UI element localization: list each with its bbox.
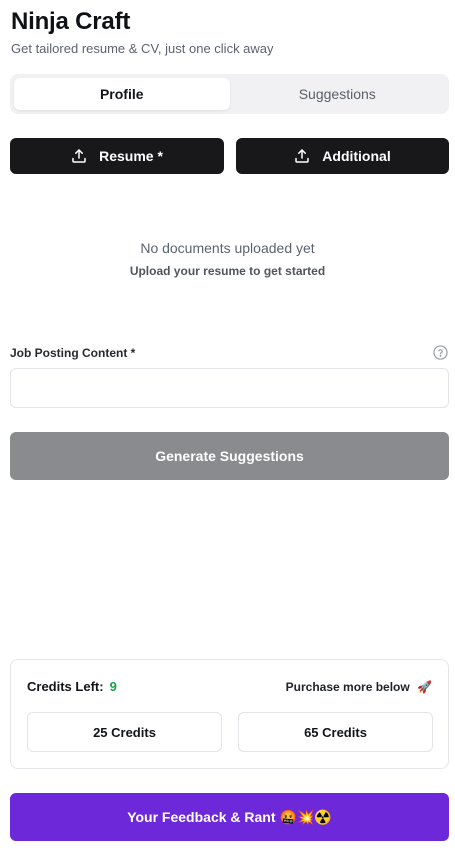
purchase-more-label: Purchase more below: [285, 680, 410, 694]
buy-65-credits-button[interactable]: 65 Credits: [238, 712, 433, 752]
rocket-icon: 🚀: [417, 680, 432, 694]
tab-bar: Profile Suggestions: [10, 74, 449, 114]
purchase-more-text: Purchase more below 🚀: [286, 680, 432, 694]
credits-left-label: Credits Left:: [27, 679, 104, 694]
credits-card: Credits Left: 9 Purchase more below 🚀 25 …: [10, 659, 449, 769]
job-posting-input[interactable]: [10, 368, 449, 408]
credits-count: 9: [109, 679, 117, 694]
feedback-label: Your Feedback & Rant: [127, 809, 276, 825]
question-circle-icon[interactable]: [433, 345, 448, 360]
generate-suggestions-button[interactable]: Generate Suggestions: [10, 432, 449, 480]
tab-suggestions[interactable]: Suggestions: [230, 78, 446, 110]
upload-additional-button[interactable]: Additional: [236, 138, 449, 174]
credits-left: Credits Left: 9: [27, 679, 117, 694]
empty-state-title: No documents uploaded yet: [140, 240, 315, 256]
tab-profile[interactable]: Profile: [14, 78, 230, 110]
feedback-emoji-icons: 🤬💥☢️: [279, 808, 332, 825]
buy-25-credits-button[interactable]: 25 Credits: [27, 712, 222, 752]
app-subtitle: Get tailored resume & CV, just one click…: [11, 41, 274, 56]
app-title: Ninja Craft: [11, 8, 131, 35]
feedback-button[interactable]: Your Feedback & Rant 🤬💥☢️: [10, 793, 449, 841]
empty-state-subtitle: Upload your resume to get started: [129, 264, 326, 278]
upload-resume-label: Resume *: [99, 148, 163, 164]
upload-resume-button[interactable]: Resume *: [10, 138, 224, 174]
upload-additional-label: Additional: [322, 148, 391, 164]
upload-icon: [295, 149, 310, 163]
job-posting-label: Job Posting Content *: [10, 346, 136, 360]
ninja-craft-panel: Ninja Craft Get tailored resume & CV, ju…: [0, 0, 455, 848]
upload-icon: [72, 149, 86, 163]
